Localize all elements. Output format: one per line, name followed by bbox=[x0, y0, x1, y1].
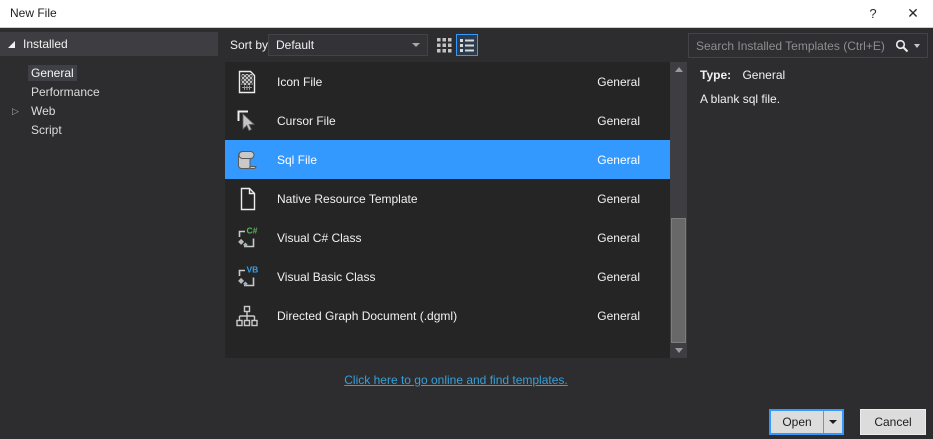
small-icons-view-button[interactable] bbox=[436, 37, 453, 54]
template-details: Type: General A blank sql file. bbox=[700, 68, 925, 106]
document-icon bbox=[233, 186, 261, 212]
template-category: General bbox=[597, 308, 640, 323]
sidebar-items: General Performance ▷ Web Script bbox=[0, 64, 218, 140]
open-dropdown-button[interactable] bbox=[823, 411, 842, 433]
scroll-up-icon[interactable] bbox=[670, 62, 687, 77]
icon-file-icon bbox=[233, 69, 261, 95]
collapsed-triangle-icon[interactable]: ▷ bbox=[12, 102, 19, 121]
sort-dropdown-value: Default bbox=[276, 38, 315, 52]
template-name: Directed Graph Document (.dgml) bbox=[277, 308, 458, 323]
sidebar-group-installed[interactable]: Installed bbox=[0, 32, 218, 56]
go-online-link[interactable]: Click here to go online and find templat… bbox=[344, 373, 567, 387]
sidebar-item-performance[interactable]: Performance bbox=[0, 83, 218, 102]
sidebar-item-general[interactable]: General bbox=[0, 64, 218, 83]
template-category: General bbox=[597, 74, 640, 89]
template-category: General bbox=[597, 152, 640, 167]
vb-class-icon: VB bbox=[233, 264, 261, 290]
list-view-button[interactable] bbox=[456, 34, 478, 56]
open-button[interactable]: Open bbox=[771, 411, 823, 433]
sidebar-item-script[interactable]: Script bbox=[0, 121, 218, 140]
template-description: A blank sql file. bbox=[700, 92, 781, 106]
template-name: Native Resource Template bbox=[277, 191, 418, 206]
chevron-down-icon bbox=[829, 420, 837, 424]
template-row-sql-file[interactable]: Sql File General bbox=[225, 140, 670, 179]
search-box bbox=[688, 33, 928, 58]
template-category: General bbox=[597, 269, 640, 284]
search-icon[interactable] bbox=[895, 39, 909, 53]
online-link-row: Click here to go online and find templat… bbox=[225, 371, 687, 389]
search-input[interactable] bbox=[696, 38, 895, 53]
new-file-dialog: New File ? ✕ Installed General Performan… bbox=[0, 0, 933, 439]
dialog-title: New File bbox=[10, 6, 57, 20]
scroll-down-icon[interactable] bbox=[670, 343, 687, 358]
template-list: Icon File General Cursor File General Sq… bbox=[225, 62, 670, 358]
csharp-class-icon: C# bbox=[233, 225, 261, 251]
template-name: Visual Basic Class bbox=[277, 269, 376, 284]
template-category: General bbox=[597, 230, 640, 245]
close-icon[interactable]: ✕ bbox=[897, 0, 929, 27]
template-row-csharp-class[interactable]: C# Visual C# Class General bbox=[225, 218, 670, 257]
type-label: Type: bbox=[700, 68, 732, 82]
open-split-button[interactable]: Open bbox=[769, 409, 844, 435]
template-row-vb-class[interactable]: VB Visual Basic Class General bbox=[225, 257, 670, 296]
svg-text:C#: C# bbox=[247, 225, 258, 235]
svg-text:VB: VB bbox=[247, 264, 259, 274]
sidebar-item-web[interactable]: ▷ Web bbox=[0, 102, 218, 121]
help-icon[interactable]: ? bbox=[857, 0, 889, 27]
type-value: General bbox=[742, 68, 786, 82]
scrollbar-thumb[interactable] bbox=[671, 218, 686, 343]
template-row-cursor-file[interactable]: Cursor File General bbox=[225, 101, 670, 140]
chevron-down-icon bbox=[412, 43, 420, 47]
list-scrollbar[interactable] bbox=[670, 62, 687, 358]
template-name: Visual C# Class bbox=[277, 230, 362, 245]
template-row-dgml[interactable]: Directed Graph Document (.dgml) General bbox=[225, 296, 670, 335]
template-name: Icon File bbox=[277, 74, 323, 89]
sidebar-group-label: Installed bbox=[23, 37, 68, 51]
template-category: General bbox=[597, 191, 640, 206]
expanded-triangle-icon bbox=[8, 40, 15, 48]
template-name: Sql File bbox=[277, 152, 318, 167]
template-name: Cursor File bbox=[277, 113, 336, 128]
template-row-icon-file[interactable]: Icon File General bbox=[225, 62, 670, 101]
search-options-chevron-icon[interactable] bbox=[914, 43, 920, 48]
title-bar: New File ? ✕ bbox=[0, 0, 933, 28]
cursor-file-icon bbox=[233, 108, 261, 134]
grid-view-icon bbox=[437, 38, 452, 53]
list-view-icon bbox=[460, 39, 474, 52]
sort-dropdown[interactable]: Default bbox=[268, 34, 428, 56]
sql-file-icon bbox=[233, 147, 261, 173]
template-category: General bbox=[597, 113, 640, 128]
directed-graph-icon bbox=[233, 303, 261, 329]
category-sidebar: Installed General Performance ▷ Web Scri… bbox=[0, 28, 218, 439]
sort-by-label: Sort by: bbox=[230, 38, 272, 52]
template-row-native-resource[interactable]: Native Resource Template General bbox=[225, 179, 670, 218]
cancel-button[interactable]: Cancel bbox=[860, 409, 926, 435]
